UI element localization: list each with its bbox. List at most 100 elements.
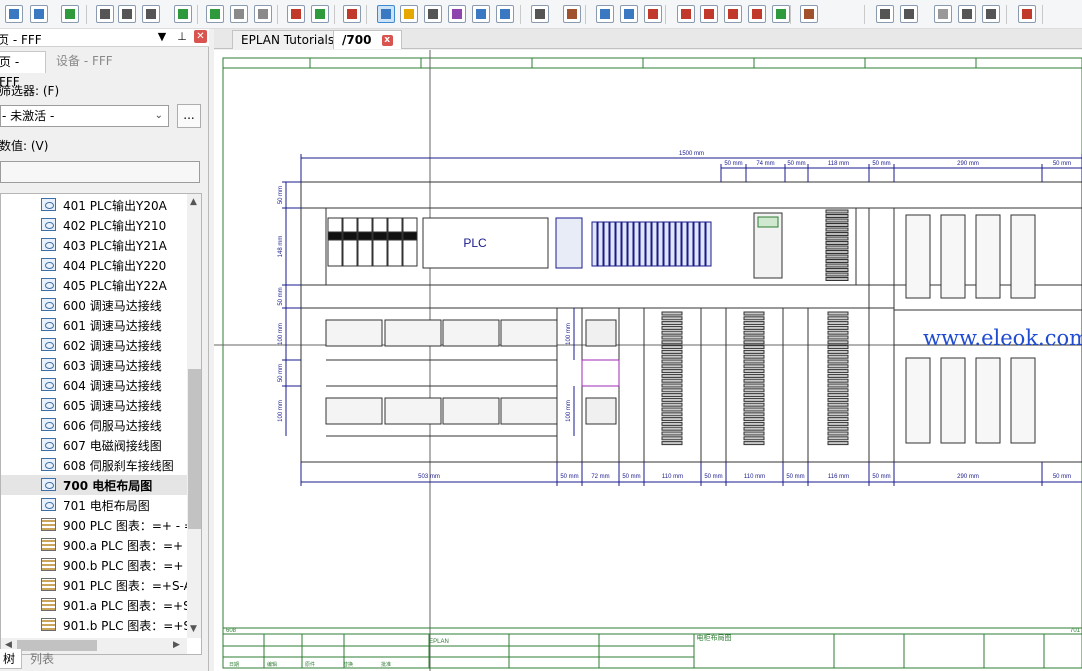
- tab-devices[interactable]: 设备 - FFF: [52, 51, 117, 73]
- filter-more-button[interactable]: ...: [177, 104, 201, 128]
- tree-item[interactable]: 405 PLC输出Y22A: [1, 275, 187, 295]
- page-icon: [41, 418, 56, 431]
- tab-page-700[interactable]: /700 x: [333, 30, 402, 49]
- connector-icon[interactable]: [700, 5, 718, 23]
- redo-page-icon[interactable]: [496, 5, 514, 23]
- power-supply: [555, 217, 583, 269]
- tree-item-label: 608 伺服刹车接线图: [63, 459, 174, 473]
- terminal: [743, 330, 765, 335]
- tree-item[interactable]: 604 调速马达接线: [1, 375, 187, 395]
- device-icon[interactable]: [596, 5, 614, 23]
- tree-item[interactable]: 600 调速马达接线: [1, 295, 187, 315]
- insert-icon[interactable]: [772, 5, 790, 23]
- terminal: [661, 359, 683, 364]
- check-off-icon[interactable]: [230, 5, 248, 23]
- measure-icon[interactable]: [958, 5, 976, 23]
- circuit-breaker: [387, 217, 403, 267]
- align-icon[interactable]: [800, 5, 818, 23]
- chevron-down-icon[interactable]: ▼: [155, 30, 169, 43]
- value-input[interactable]: [0, 161, 200, 183]
- report-icon[interactable]: [287, 5, 305, 23]
- tab-pages[interactable]: 页 - FFF: [0, 51, 46, 89]
- chevron-down-icon: ⌄: [154, 110, 163, 121]
- page-macro-icon[interactable]: [30, 5, 48, 23]
- arrow-down-icon[interactable]: [311, 5, 329, 23]
- scroll-down-icon[interactable]: ▼: [190, 624, 197, 634]
- tree-item[interactable]: 601 调速马达接线: [1, 315, 187, 335]
- tree-item-label: 601 调速马达接线: [63, 319, 162, 333]
- pattern-icon[interactable]: [900, 5, 918, 23]
- scroll-up-icon[interactable]: ▲: [190, 197, 197, 207]
- tree-item[interactable]: 701 电柜布局图: [1, 495, 187, 515]
- plugin-icon[interactable]: [61, 5, 79, 23]
- graphic-edit-icon[interactable]: [377, 5, 395, 23]
- cut-icon[interactable]: [1018, 5, 1036, 23]
- placeholder-icon[interactable]: [934, 5, 952, 23]
- contactor-label: [757, 216, 779, 228]
- terminal: [743, 393, 765, 398]
- tree-item[interactable]: 402 PLC输出Y210: [1, 215, 187, 235]
- page-properties-icon[interactable]: [5, 5, 23, 23]
- tree-item[interactable]: 901.a PLC 图表：=+S-: [1, 595, 195, 615]
- dimension-label: 50 mm: [1053, 474, 1071, 480]
- tree-item[interactable]: 404 PLC输出Y220: [1, 255, 187, 275]
- potential-icon[interactable]: [748, 5, 766, 23]
- tree-item[interactable]: 900 PLC 图表：=+ - =: [1, 515, 194, 535]
- terminal: [827, 359, 849, 364]
- tab-tree[interactable]: 树: [0, 649, 23, 669]
- check-step-icon[interactable]: [254, 5, 272, 23]
- table-icon[interactable]: [563, 5, 581, 23]
- close-icon[interactable]: ✕: [194, 30, 207, 43]
- page-new-icon[interactable]: [424, 5, 442, 23]
- cable-icon[interactable]: [677, 5, 695, 23]
- terminal: [661, 345, 683, 350]
- wire-icon[interactable]: [724, 5, 742, 23]
- frame-icon[interactable]: [531, 5, 549, 23]
- refresh-icon[interactable]: [174, 5, 192, 23]
- tree-item[interactable]: 605 调速马达接线: [1, 395, 187, 415]
- drawing-canvas[interactable]: PLC 1500 mm 50 mm 74 mm 50 mm 118 mm 50 mm 290 …: [214, 50, 1082, 671]
- hatch-icon[interactable]: [876, 5, 894, 23]
- tree-item[interactable]: 607 电磁阀接线图: [1, 435, 187, 455]
- tree-item[interactable]: 901 PLC 图表：=+S-A: [1, 575, 192, 595]
- tree-item[interactable]: 900.b PLC 图表：=+ -: [1, 555, 192, 575]
- vertical-scrollbar[interactable]: ▲ ▼: [187, 194, 201, 638]
- terminal: [661, 407, 683, 412]
- numbering-icon[interactable]: [118, 5, 136, 23]
- close-icon[interactable]: x: [381, 35, 393, 46]
- relay: [615, 221, 622, 267]
- filter-select[interactable]: - 未激活 - ⌄: [0, 105, 169, 127]
- tree-item[interactable]: 900.a PLC 图表：=+ -: [1, 535, 191, 555]
- renumber-icon[interactable]: [96, 5, 114, 23]
- tree-item[interactable]: 608 伺服刹车接线图: [1, 455, 187, 475]
- tree-item[interactable]: 403 PLC输出Y21A: [1, 235, 187, 255]
- terminal: [827, 364, 849, 369]
- terminal: [827, 345, 849, 350]
- tree-item[interactable]: 700 电柜布局图: [1, 475, 187, 495]
- terminal: [827, 373, 849, 378]
- tree-item[interactable]: 901.b PLC 图表：=+S: [1, 615, 191, 635]
- scrollbar-thumb[interactable]: [188, 369, 201, 529]
- tab-list[interactable]: 列表: [24, 649, 60, 669]
- terminal: [661, 369, 683, 374]
- tree-item[interactable]: 401 PLC输出Y20A: [1, 195, 187, 215]
- mount-rail-icon[interactable]: [982, 5, 1000, 23]
- dimension-label: 100 mm: [278, 400, 284, 422]
- tree-item[interactable]: 606 伺服马达接线: [1, 415, 187, 435]
- scroll-right-icon[interactable]: ▶: [173, 640, 180, 650]
- tree-item[interactable]: 602 调速马达接线: [1, 335, 187, 355]
- plc-icon[interactable]: [620, 5, 638, 23]
- tab-eplan-tutorials[interactable]: EPLAN Tutorials: [232, 30, 344, 49]
- delete-message-icon[interactable]: [343, 5, 361, 23]
- new-window-icon[interactable]: [400, 5, 418, 23]
- pin-icon[interactable]: ⊥: [175, 30, 189, 43]
- tree-item-label: 901.a PLC 图表：=+S-: [63, 599, 196, 613]
- terminal-icon[interactable]: [644, 5, 662, 23]
- check-run-icon[interactable]: [206, 5, 224, 23]
- tree-item[interactable]: 603 调速马达接线: [1, 355, 187, 375]
- counter-icon[interactable]: [142, 5, 160, 23]
- terminal-strip: [442, 319, 500, 347]
- undo-page-icon[interactable]: [472, 5, 490, 23]
- page-copy-icon[interactable]: [448, 5, 466, 23]
- terminal: [827, 441, 849, 446]
